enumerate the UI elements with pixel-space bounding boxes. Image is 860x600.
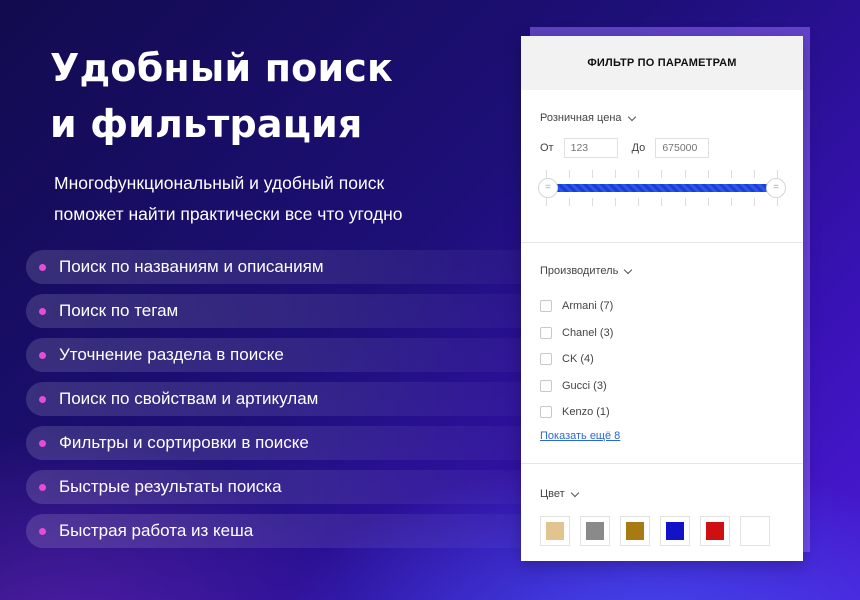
manufacturer-option-label: Kenzo (1)	[562, 406, 610, 419]
page-title: Удобный поиск и фильтрация	[50, 40, 393, 152]
feature-label: Быстрые результаты поиска	[59, 477, 282, 496]
manufacturer-option[interactable]: Kenzo (1)	[540, 399, 784, 426]
manufacturer-section-title: Производитель	[540, 265, 619, 277]
manufacturer-section-toggle[interactable]: Производитель	[540, 243, 784, 277]
subtitle-line-1: Многофункциональный и удобный поиск	[54, 173, 385, 193]
slider-handle-max[interactable]: =	[766, 178, 786, 198]
price-range-inputs: От До	[540, 138, 784, 158]
manufacturer-option[interactable]: Gucci (3)	[540, 373, 784, 400]
checkbox[interactable]	[540, 326, 552, 339]
bullet-icon	[39, 395, 46, 403]
price-section-title: Розничная цена	[540, 112, 622, 124]
bullet-icon	[39, 263, 46, 271]
title-line-1: Удобный поиск	[50, 46, 394, 90]
bullet-icon	[39, 527, 46, 535]
swatch-fill	[626, 522, 644, 540]
slider-handle-min[interactable]: =	[538, 178, 558, 198]
title-line-2: и фильтрация	[50, 102, 363, 146]
bullet-icon	[39, 351, 46, 359]
color-swatch[interactable]	[660, 516, 690, 546]
color-section-toggle[interactable]: Цвет	[540, 464, 784, 500]
swatch-fill	[586, 522, 604, 540]
price-from-label: От	[540, 142, 554, 154]
feature-label: Поиск по свойствам и артикулам	[59, 389, 319, 408]
feature-label: Быстрая работа из кеша	[59, 521, 254, 540]
feature-item: Быстрые результаты поиска	[26, 470, 546, 504]
swatch-fill	[546, 522, 564, 540]
manufacturer-option-label: Armani (7)	[562, 300, 614, 313]
feature-label: Фильтры и сортировки в поиске	[59, 433, 309, 452]
feature-item: Уточнение раздела в поиске	[26, 338, 546, 372]
price-section-toggle[interactable]: Розничная цена	[540, 90, 784, 124]
color-section-title: Цвет	[540, 488, 565, 500]
feature-label: Поиск по названиям и описаниям	[59, 257, 324, 276]
price-from-input[interactable]	[563, 138, 618, 158]
feature-item: Поиск по названиям и описаниям	[26, 250, 546, 284]
subtitle-line-2: поможет найти практически все что угодно	[54, 204, 403, 224]
slider-track	[548, 184, 776, 192]
bullet-icon	[39, 439, 46, 447]
manufacturer-option[interactable]: Chanel (3)	[540, 320, 784, 347]
price-range-slider[interactable]: = =	[538, 170, 786, 206]
feature-list: Поиск по названиям и описаниям Поиск по …	[26, 250, 546, 558]
swatch-fill	[666, 522, 684, 540]
chevron-down-icon	[570, 488, 579, 497]
feature-item: Поиск по тегам	[26, 294, 546, 328]
price-section: Розничная цена От До	[521, 90, 803, 243]
swatch-fill	[706, 522, 724, 540]
color-swatch[interactable]	[540, 516, 570, 546]
feature-item: Фильтры и сортировки в поиске	[26, 426, 546, 460]
feature-label: Уточнение раздела в поиске	[59, 345, 284, 364]
checkbox[interactable]	[540, 379, 552, 392]
feature-item: Быстрая работа из кеша	[26, 514, 546, 548]
price-to-label: До	[631, 142, 646, 154]
manufacturer-list: Armani (7) Chanel (3) CK (4) Gucci (3) K…	[540, 293, 784, 426]
manufacturer-option[interactable]: CK (4)	[540, 346, 784, 373]
color-swatch[interactable]	[620, 516, 650, 546]
manufacturer-option[interactable]: Armani (7)	[540, 293, 784, 320]
checkbox[interactable]	[540, 353, 552, 366]
chevron-down-icon	[627, 112, 636, 121]
manufacturer-option-label: Gucci (3)	[562, 379, 607, 392]
feature-item: Поиск по свойствам и артикулам	[26, 382, 546, 416]
color-swatch[interactable]	[580, 516, 610, 546]
show-more-link[interactable]: Показать ещё 8	[540, 430, 620, 442]
checkbox[interactable]	[540, 300, 552, 313]
manufacturer-option-label: Chanel (3)	[562, 326, 614, 339]
feature-label: Поиск по тегам	[59, 301, 179, 320]
bullet-icon	[39, 483, 46, 491]
checkbox[interactable]	[540, 406, 552, 419]
filter-panel-header: ФИЛЬТР ПО ПАРАМЕТРАМ	[521, 36, 803, 90]
color-section: Цвет	[521, 464, 803, 546]
bullet-icon	[39, 307, 46, 315]
price-to-input[interactable]	[655, 138, 710, 158]
color-swatch[interactable]	[700, 516, 730, 546]
chevron-down-icon	[624, 265, 633, 274]
grip-lines-icon: =	[545, 182, 551, 193]
filter-panel: ФИЛЬТР ПО ПАРАМЕТРАМ Розничная цена От Д…	[521, 36, 803, 561]
manufacturer-option-label: CK (4)	[562, 353, 594, 366]
color-swatch-list	[540, 516, 784, 546]
color-swatch[interactable]	[740, 516, 770, 546]
subtitle: Многофункциональный и удобный поиск помо…	[54, 168, 403, 230]
grip-lines-icon: =	[773, 182, 779, 193]
manufacturer-section: Производитель Armani (7) Chanel (3) CK (…	[521, 243, 803, 464]
